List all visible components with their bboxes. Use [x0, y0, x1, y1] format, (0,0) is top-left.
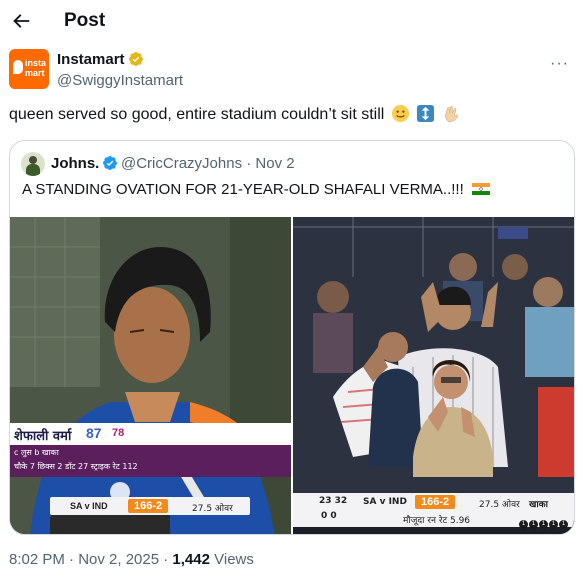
quote-avatar[interactable] — [21, 152, 45, 176]
ball-dot: 1 — [519, 520, 528, 529]
quote-author-handle[interactable]: @CricCrazyJohns · Nov 2 — [121, 155, 295, 172]
scoreboard-overs: 27.5 ओवर — [192, 504, 233, 514]
post-author: insta mart Instamart @SwiggyInstamart ··· — [9, 49, 575, 93]
ball-dot: 1 — [549, 520, 558, 529]
post-timestamp[interactable]: 8:02 PM · Nov 2, 2025 · — [9, 551, 172, 568]
crowd-photo — [293, 217, 574, 534]
verified-gold-icon — [128, 52, 143, 66]
scoreboard-batter-name-bar: शेफाली वर्मा 87 78 — [10, 423, 291, 445]
quote-text: A STANDING OVATION FOR 21-YEAR-OLD SHAFA… — [22, 181, 490, 198]
page-title: Post — [64, 10, 106, 31]
scoreboard-bowler: खाका — [529, 500, 548, 510]
scoreboard-run-rate: मौजूदा रन रेट 5.96 — [403, 516, 471, 526]
scoreboard-player-name: शेफाली वर्मा — [14, 429, 72, 444]
quoted-post[interactable]: Johns. @CricCrazyJohns · Nov 2 A STANDIN… — [9, 140, 575, 535]
post-text: queen served so good, entire stadium cou… — [9, 104, 461, 126]
scoreboard-match-right: SA v IND — [363, 497, 407, 507]
back-arrow-icon[interactable] — [10, 10, 32, 32]
up-down-arrow-emoji-icon — [417, 104, 435, 123]
ball-dot: 1 — [539, 520, 548, 529]
india-flag-icon — [471, 183, 490, 195]
avatar-head-shape — [29, 156, 37, 164]
more-icon[interactable]: ··· — [550, 55, 569, 73]
location-pin-icon — [13, 60, 23, 74]
post-text-body: queen served so good, entire stadium cou… — [9, 106, 385, 123]
scoreboard-balls: 78 — [112, 427, 125, 439]
slight-smile-emoji-icon — [391, 104, 409, 123]
views-count: 1,442 — [172, 551, 210, 568]
scoreboard-ball-dots: 11111 — [519, 512, 569, 530]
views-label: Views — [209, 551, 254, 568]
top-bar: Post — [0, 0, 583, 44]
scoreboard-stats-line: चौके 7 छिक्स 2 डॉट 27 स्ट्राइक रेट 112 — [14, 462, 138, 471]
scoreboard-score-right: 166-2 — [415, 495, 456, 509]
quote-text-body: A STANDING OVATION FOR 21-YEAR-OLD SHAFA… — [22, 181, 464, 198]
ball-dot: 1 — [559, 520, 568, 529]
avatar[interactable]: insta mart — [9, 49, 49, 89]
scoreboard-match-bar: SA v IND 166-2 27.5 ओवर — [50, 497, 250, 515]
scoreboard-dismissal: c लुस b खाका — [14, 448, 59, 457]
scoreboard-runs: 87 — [86, 425, 102, 441]
author-name[interactable]: Instamart — [57, 51, 144, 68]
scoreboard-bar-right: 23 32 0 0 SA v IND 166-2 27.5 ओवर मौजूदा… — [293, 493, 574, 530]
post-meta: 8:02 PM · Nov 2, 2025 · 1,442 Views — [9, 551, 254, 568]
scoreboard-overs-right: 27.5 ओवर — [479, 500, 520, 510]
avatar-body-shape — [26, 164, 40, 176]
verified-blue-icon — [103, 156, 118, 170]
media-image-crowd[interactable]: 23 32 0 0 SA v IND 166-2 27.5 ओवर मौजूदा… — [293, 217, 574, 534]
scoreboard-left-nums: 23 32 — [319, 496, 348, 506]
ball-dot: 1 — [529, 520, 538, 529]
media-image-batter[interactable]: शेफाली वर्मा 87 78 c लुस b खाका चौके 7 छ… — [10, 217, 291, 534]
author-handle[interactable]: @SwiggyInstamart — [57, 72, 183, 89]
scoreboard-batter-stats: c लुस b खाका चौके 7 छिक्स 2 डॉट 27 स्ट्र… — [10, 445, 291, 477]
pinching-hand-emoji-icon — [444, 105, 458, 123]
scoreboard-score: 166-2 — [128, 499, 169, 513]
batter-photo — [10, 217, 291, 534]
scoreboard-match: SA v IND — [70, 501, 108, 511]
author-name-text[interactable]: Instamart — [57, 51, 125, 68]
quote-author-name[interactable]: Johns. — [51, 155, 118, 172]
scoreboard-left-nums-2: 0 0 — [321, 511, 337, 521]
quote-author-name-text[interactable]: Johns. — [51, 155, 99, 172]
avatar-logo-text: insta mart — [25, 58, 47, 78]
